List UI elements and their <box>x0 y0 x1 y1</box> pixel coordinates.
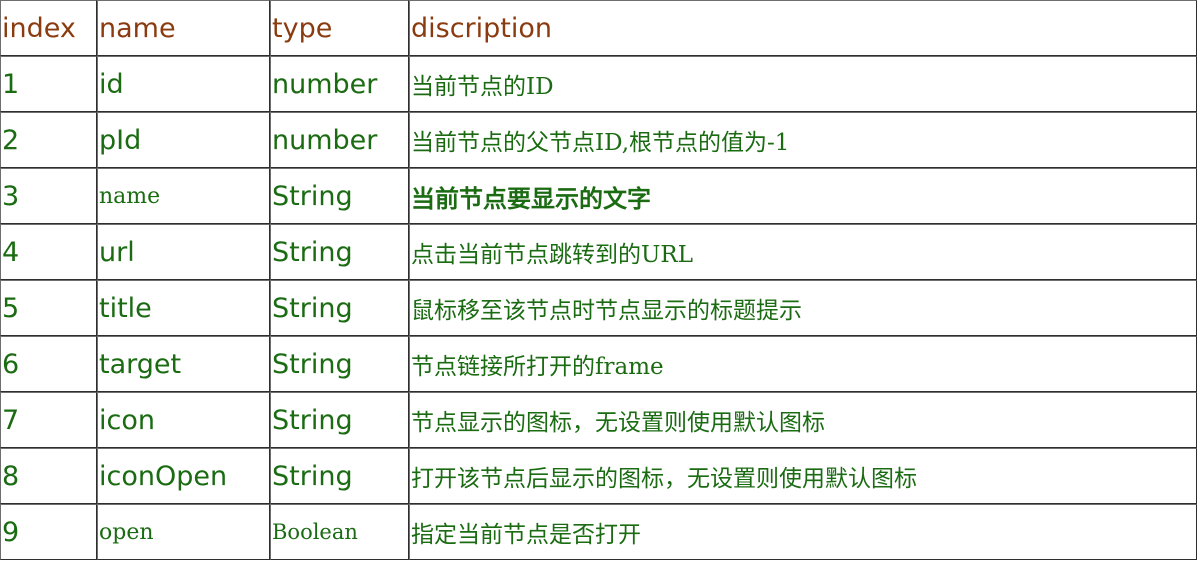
cell-index: 4 <box>0 224 97 280</box>
cell-type: String <box>270 168 409 224</box>
cell-description: 当前节点的父节点ID,根节点的值为-1 <box>409 112 1197 168</box>
cell-index: 8 <box>0 448 97 504</box>
cell-description: 打开该节点后显示的图标，无设置则使用默认图标 <box>409 448 1197 504</box>
cell-description: 鼠标移至该节点时节点显示的标题提示 <box>409 280 1197 336</box>
table-row: 5 title String 鼠标移至该节点时节点显示的标题提示 <box>0 280 1197 336</box>
cell-type: String <box>270 448 409 504</box>
cell-name: url <box>97 224 270 280</box>
table-row: 4 url String 点击当前节点跳转到的URL <box>0 224 1197 280</box>
cell-index: 3 <box>0 168 97 224</box>
cell-type: String <box>270 392 409 448</box>
table-row: 8 iconOpen String 打开该节点后显示的图标，无设置则使用默认图标 <box>0 448 1197 504</box>
cell-description: 节点链接所打开的frame <box>409 336 1197 392</box>
table-row: 1 id number 当前节点的ID <box>0 56 1197 112</box>
cell-index: 2 <box>0 112 97 168</box>
header-description: discription <box>409 0 1197 56</box>
cell-name: pId <box>97 112 270 168</box>
cell-name: target <box>97 336 270 392</box>
cell-type: number <box>270 56 409 112</box>
properties-table: index name type discription 1 id number … <box>0 0 1197 560</box>
cell-type: String <box>270 224 409 280</box>
cell-type: number <box>270 112 409 168</box>
cell-name: iconOpen <box>97 448 270 504</box>
header-name: name <box>97 0 270 56</box>
cell-name: name <box>97 168 270 224</box>
cell-description: 点击当前节点跳转到的URL <box>409 224 1197 280</box>
cell-index: 5 <box>0 280 97 336</box>
cell-index: 7 <box>0 392 97 448</box>
cell-type: String <box>270 280 409 336</box>
table-row: 7 icon String 节点显示的图标，无设置则使用默认图标 <box>0 392 1197 448</box>
cell-index: 6 <box>0 336 97 392</box>
header-type: type <box>270 0 409 56</box>
cell-description: 当前节点的ID <box>409 56 1197 112</box>
header-index: index <box>0 0 97 56</box>
cell-type: String <box>270 336 409 392</box>
table-row: 9 open Boolean 指定当前节点是否打开 <box>0 504 1197 560</box>
cell-name: open <box>97 504 270 560</box>
cell-type: Boolean <box>270 504 409 560</box>
cell-description: 指定当前节点是否打开 <box>409 504 1197 560</box>
cell-name: title <box>97 280 270 336</box>
table-row: 2 pId number 当前节点的父节点ID,根节点的值为-1 <box>0 112 1197 168</box>
table-header-row: index name type discription <box>0 0 1197 56</box>
cell-index: 9 <box>0 504 97 560</box>
cell-description: 节点显示的图标，无设置则使用默认图标 <box>409 392 1197 448</box>
cell-name: icon <box>97 392 270 448</box>
cell-name: id <box>97 56 270 112</box>
table-row: 6 target String 节点链接所打开的frame <box>0 336 1197 392</box>
table-row: 3 name String 当前节点要显示的文字 <box>0 168 1197 224</box>
cell-index: 1 <box>0 56 97 112</box>
cell-description: 当前节点要显示的文字 <box>409 168 1197 224</box>
